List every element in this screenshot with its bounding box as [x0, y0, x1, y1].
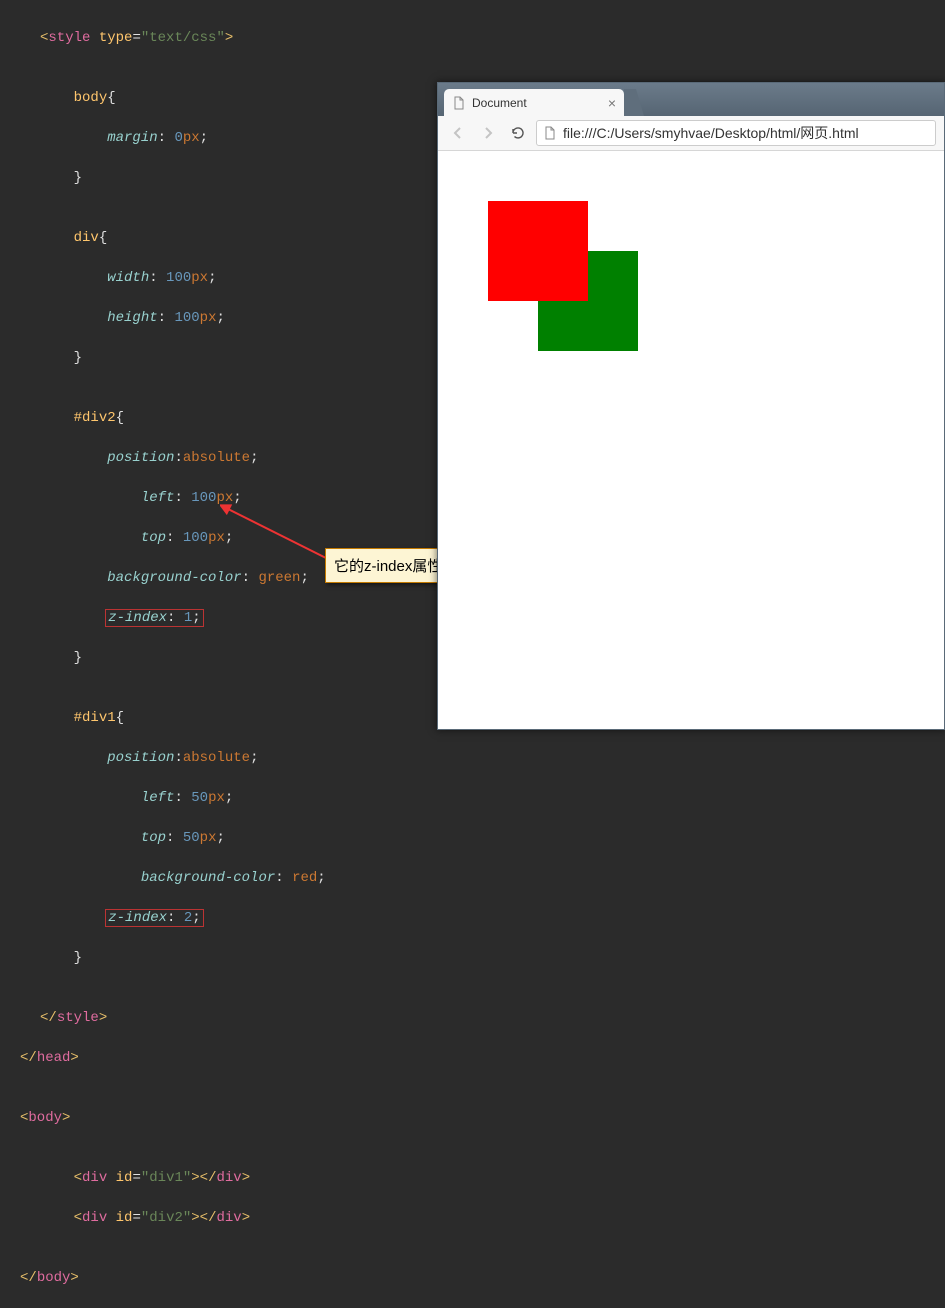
tab-strip: Document × [438, 83, 944, 116]
back-button[interactable] [446, 121, 470, 145]
selector-div1: #div1 [74, 710, 116, 726]
browser-toolbar: file:///C:/Users/smyhvae/Desktop/html/网页… [438, 116, 944, 151]
tab-slant [624, 89, 644, 116]
highlight-zindex-2: z-index: 2; [105, 909, 203, 927]
code-editor: <style type="text/css"> body{ margin: 0p… [0, 0, 440, 730]
close-tab-icon[interactable]: × [608, 96, 616, 110]
browser-window: Document × file:///C:/Users/smyhvae/Desk… [437, 82, 945, 730]
selector-div2: #div2 [74, 410, 116, 426]
url-text: file:///C:/Users/smyhvae/Desktop/html/网页… [563, 123, 859, 143]
reload-button[interactable] [506, 121, 530, 145]
browser-tab[interactable]: Document × [444, 89, 624, 116]
red-square [488, 201, 588, 301]
highlight-zindex-1: z-index: 1; [105, 609, 203, 627]
forward-button[interactable] [476, 121, 500, 145]
selector-div: div [74, 230, 99, 246]
selector-body: body [74, 90, 108, 106]
tab-title: Document [472, 96, 527, 110]
file-icon [452, 96, 466, 110]
page-icon [543, 126, 557, 140]
page-viewport [438, 151, 944, 729]
address-bar[interactable]: file:///C:/Users/smyhvae/Desktop/html/网页… [536, 120, 936, 146]
